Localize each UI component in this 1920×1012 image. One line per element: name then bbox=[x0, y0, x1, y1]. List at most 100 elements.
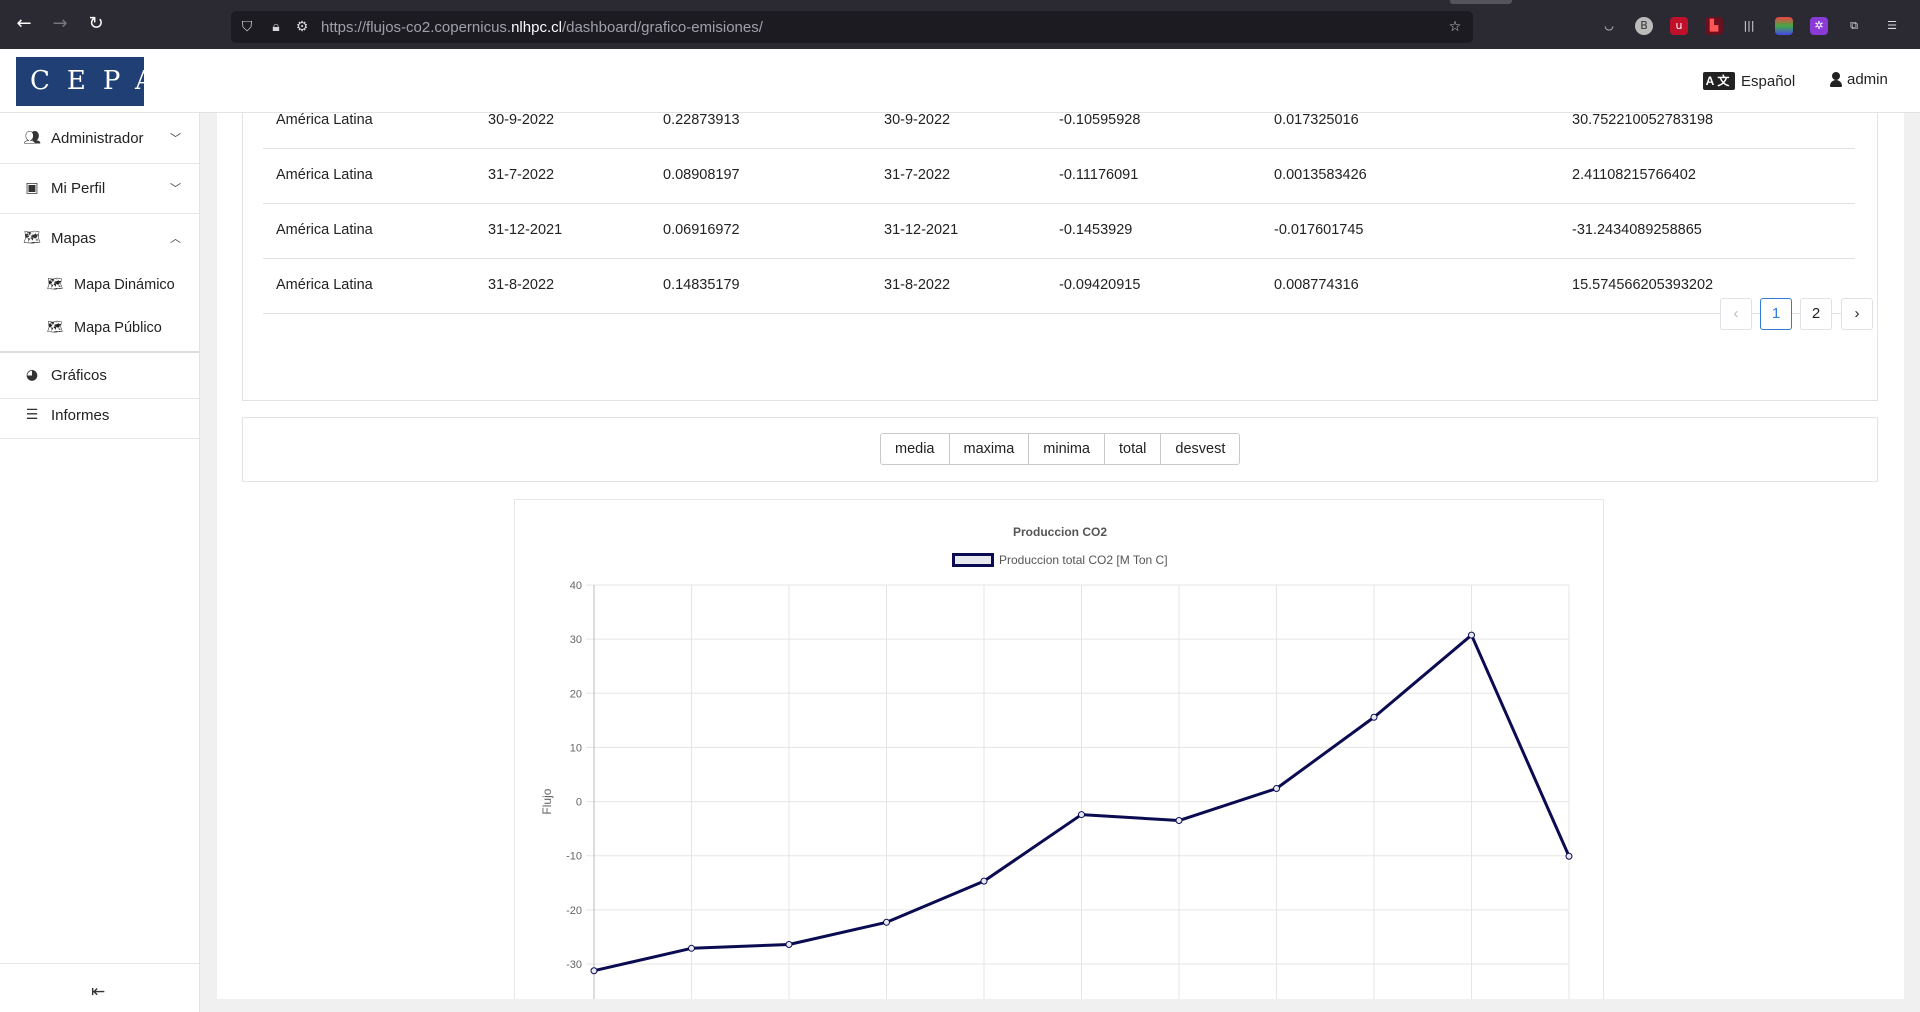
user-name: admin bbox=[1847, 71, 1888, 88]
pagination-page-1[interactable]: 1 bbox=[1760, 298, 1792, 330]
back-icon[interactable]: ← bbox=[14, 14, 34, 34]
lock-icon[interactable]: 🔒︎ bbox=[267, 18, 285, 36]
forward-icon[interactable]: → bbox=[50, 14, 70, 34]
sidebar-item-mapa-publico[interactable]: 🗺︎ Mapa Público bbox=[0, 306, 199, 349]
y-tick-label: 20 bbox=[570, 688, 582, 700]
sidebar-item-mapa-dinamico[interactable]: 🗺︎ Mapa Dinámico bbox=[0, 263, 199, 306]
extension-red-icon[interactable]: ▙ bbox=[1705, 17, 1723, 35]
table-cell: 31-8-2022 bbox=[884, 277, 951, 293]
data-point bbox=[785, 941, 793, 949]
y-tick-label: 0 bbox=[576, 797, 582, 809]
table-cell: -0.10595928 bbox=[1059, 113, 1141, 128]
sidebar-item-label: Administrador bbox=[51, 129, 144, 147]
table-cell: 0.14835179 bbox=[663, 277, 740, 293]
table-row: América Latina 31-12-2021 0.06916972 31-… bbox=[263, 204, 1855, 259]
y-tick-label: -10 bbox=[566, 851, 582, 863]
chevron-down-icon: ﹀ bbox=[170, 132, 181, 145]
chevron-up-icon: ︿ bbox=[170, 232, 181, 245]
permissions-icon[interactable]: ⚙ bbox=[293, 18, 311, 36]
sidebar-item-label: Mapa Dinámico bbox=[74, 276, 175, 293]
table-cell: 30.752210052783198 bbox=[1572, 113, 1714, 128]
extensions-puzzle-icon[interactable]: ⧉ bbox=[1845, 17, 1863, 35]
data-point bbox=[1273, 785, 1280, 793]
chart-pie-icon: ◕ bbox=[25, 367, 39, 383]
extension-purple-icon[interactable]: ✲ bbox=[1810, 17, 1828, 35]
data-table-card: América Latina 30-9-2022 0.22873913 30-9… bbox=[242, 113, 1878, 401]
table-cell: 31-8-2022 bbox=[488, 277, 555, 293]
table-cell: 31-12-2021 bbox=[884, 222, 959, 238]
cepal-logo[interactable]: CEPAL bbox=[16, 57, 188, 106]
shield-icon[interactable]: ⛉ bbox=[238, 18, 256, 36]
sidebar-item-administrador[interactable]: 👥︎ Administrador ﹀ bbox=[0, 113, 199, 163]
user-menu[interactable]: admin bbox=[1830, 71, 1888, 88]
bookmark-star-icon[interactable]: ☆ bbox=[1446, 18, 1464, 36]
extension-bars-icon[interactable]: ||| bbox=[1740, 17, 1758, 35]
pocket-icon[interactable]: ◡ bbox=[1600, 17, 1618, 35]
main-content: América Latina 30-9-2022 0.22873913 30-9… bbox=[217, 113, 1904, 999]
url-text[interactable]: https://flujos-co2.copernicus.nlhpc.cl/d… bbox=[321, 19, 763, 36]
data-point bbox=[883, 918, 890, 926]
maxima-button[interactable]: maxima bbox=[949, 434, 1030, 464]
table-cell: América Latina bbox=[276, 113, 373, 128]
y-tick-label: 40 bbox=[570, 580, 582, 592]
y-axis-label: Flujo bbox=[540, 788, 554, 814]
table-cell: 0.0013583426 bbox=[1274, 167, 1367, 183]
extension-stack-icon[interactable] bbox=[1775, 17, 1793, 35]
sidebar-collapse-icon[interactable]: ⇤ bbox=[91, 982, 105, 1002]
language-selector[interactable]: A文 Español bbox=[1703, 72, 1795, 90]
minima-button[interactable]: minima bbox=[1029, 434, 1105, 464]
media-button[interactable]: media bbox=[881, 434, 950, 464]
table-row: América Latina 30-9-2022 0.22873913 30-9… bbox=[263, 113, 1855, 149]
sidebar-item-label: Informes bbox=[51, 406, 110, 424]
language-label: Español bbox=[1741, 72, 1796, 90]
table-cell: -0.11176091 bbox=[1059, 167, 1139, 183]
sidebar-item-label: Mapa Público bbox=[74, 319, 162, 336]
map-icon: 🗺︎ bbox=[23, 230, 41, 246]
y-tick-label: -20 bbox=[566, 905, 582, 917]
total-button[interactable]: total bbox=[1105, 434, 1162, 464]
user-icon bbox=[1830, 72, 1842, 87]
id-badge-icon: ▣ bbox=[25, 180, 39, 196]
chevron-down-icon: ﹀ bbox=[170, 182, 181, 195]
ublock-icon[interactable]: u bbox=[1670, 17, 1688, 35]
table-cell: 0.06916972 bbox=[663, 222, 740, 238]
browser-toolbar: ← → ↻ ⛉ 🔒︎ ⚙ https://flujos-co2.copernic… bbox=[0, 0, 1920, 49]
table-cell: 0.017325016 bbox=[1274, 113, 1359, 128]
menu-icon[interactable]: ☰ bbox=[1883, 17, 1901, 35]
y-tick-label: 30 bbox=[570, 634, 582, 646]
sidebar-item-mapas[interactable]: 🗺︎ Mapas ︿ bbox=[0, 213, 199, 263]
table-cell: América Latina bbox=[276, 277, 373, 293]
statistic-button-group: media maxima minima total desvest bbox=[880, 433, 1241, 465]
map-icon: 🗺︎ bbox=[46, 320, 64, 335]
table-row: América Latina 31-7-2022 0.08908197 31-7… bbox=[263, 149, 1855, 204]
line-chart: 40 30 20 10 0 -10 -20 -30 Flujo bbox=[540, 580, 1573, 999]
tab-strip-hint bbox=[1450, 0, 1512, 4]
table-cell: América Latina bbox=[276, 222, 373, 238]
pagination-next[interactable]: › bbox=[1841, 298, 1873, 330]
pagination-page-2[interactable]: 2 bbox=[1800, 298, 1832, 330]
divider bbox=[0, 438, 199, 439]
table-cell: -0.017601745 bbox=[1274, 222, 1364, 238]
table-cell: 2.41108215766402 bbox=[1572, 167, 1696, 183]
desvest-button[interactable]: desvest bbox=[1161, 434, 1240, 464]
pagination-prev[interactable]: ‹ bbox=[1720, 298, 1752, 330]
list-icon: ☰ bbox=[25, 407, 39, 423]
users-cog-icon: 👥︎ bbox=[23, 130, 41, 146]
sidebar-item-mi-perfil[interactable]: ▣ Mi Perfil ﹀ bbox=[0, 163, 199, 213]
extension-b-icon[interactable]: B bbox=[1635, 17, 1653, 35]
sidebar: 👥︎ Administrador ﹀ ▣ Mi Perfil ﹀ 🗺︎ Mapa… bbox=[0, 113, 200, 1012]
table-cell: 30-9-2022 bbox=[884, 113, 951, 128]
table-cell: 30-9-2022 bbox=[488, 113, 555, 128]
data-point bbox=[1370, 713, 1378, 721]
sidebar-item-informes[interactable]: ☰ Informes bbox=[0, 394, 199, 436]
sidebar-item-label: Mi Perfil bbox=[51, 179, 106, 197]
url-bar[interactable]: ⛉ 🔒︎ ⚙ https://flujos-co2.copernicus.nlh… bbox=[231, 11, 1473, 43]
sidebar-item-graficos[interactable]: ◕ Gráficos bbox=[0, 350, 199, 400]
divider bbox=[0, 963, 199, 964]
translate-icon: A文 bbox=[1703, 72, 1735, 90]
app-header: CEPAL A文 Español admin bbox=[0, 49, 1920, 113]
reload-icon[interactable]: ↻ bbox=[86, 14, 106, 34]
table-cell: 31-12-2021 bbox=[488, 222, 563, 238]
data-point bbox=[1565, 852, 1573, 860]
data-point bbox=[688, 944, 695, 952]
